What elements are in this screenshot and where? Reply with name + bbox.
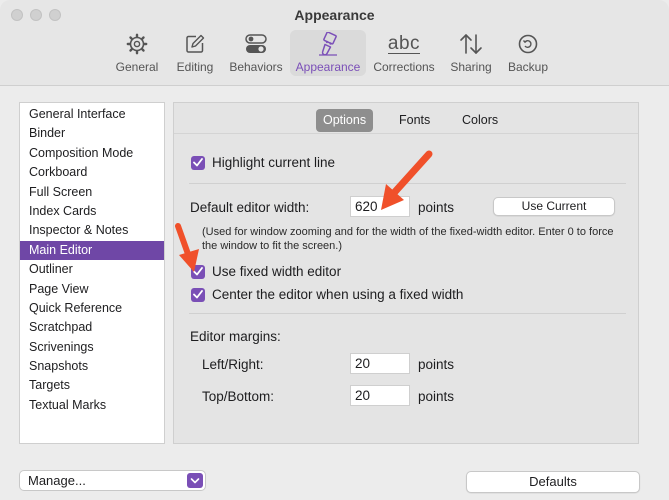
sidebar-item-binder[interactable]: Binder <box>20 124 164 143</box>
pencil-square-icon <box>184 30 206 58</box>
toolbar-label: General <box>115 60 159 74</box>
category-sidebar: General Interface Binder Composition Mod… <box>19 102 165 444</box>
sidebar-item-composition-mode[interactable]: Composition Mode <box>20 144 164 163</box>
abc-glyph: abc <box>387 32 421 54</box>
defaults-button[interactable]: Defaults <box>466 471 640 493</box>
toolbar-label: Behaviors <box>229 60 283 74</box>
gear-icon <box>126 30 148 58</box>
toolbar-corrections[interactable]: abc Corrections <box>371 30 437 76</box>
center-editor-checkbox[interactable] <box>191 287 205 302</box>
annotation-arrow-editor-width <box>381 150 433 210</box>
toolbar-behaviors[interactable]: Behaviors <box>226 30 286 76</box>
center-editor-label: Center the editor when using a fixed wid… <box>212 287 464 302</box>
toolbar-label: Sharing <box>450 60 492 74</box>
toolbar-sharing[interactable]: Sharing <box>447 30 495 76</box>
paintbrush-icon <box>317 30 339 58</box>
toolbar-editing[interactable]: Editing <box>172 30 218 76</box>
preferences-window: Appearance General Editing Behaviors App… <box>0 0 669 500</box>
left-right-label: Left/Right: <box>202 357 264 372</box>
sidebar-item-textual-marks[interactable]: Textual Marks <box>20 396 164 415</box>
highlight-line-option[interactable]: Highlight current line <box>191 155 335 170</box>
top-bottom-label: Top/Bottom: <box>202 389 275 404</box>
top-bottom-unit: points <box>418 389 455 404</box>
title-bar: Appearance General Editing Behaviors App… <box>0 0 669 86</box>
use-current-button[interactable]: Use Current <box>493 197 615 216</box>
sidebar-item-scratchpad[interactable]: Scratchpad <box>20 318 164 337</box>
tab-options[interactable]: Options <box>316 109 374 132</box>
highlight-line-checkbox[interactable] <box>191 155 205 170</box>
sidebar-item-full-screen[interactable]: Full Screen <box>20 183 164 202</box>
fixed-width-option[interactable]: Use fixed width editor <box>191 264 341 279</box>
editor-width-label: Default editor width: <box>190 200 310 215</box>
top-bottom-field[interactable]: 20 <box>350 385 410 406</box>
toolbar-appearance[interactable]: Appearance <box>290 30 366 76</box>
manage-popup-button[interactable]: Manage... <box>19 470 206 491</box>
toolbar-general[interactable]: General <box>111 30 163 76</box>
window-title: Appearance <box>294 7 375 23</box>
center-editor-option[interactable]: Center the editor when using a fixed wid… <box>191 287 463 302</box>
section-divider <box>189 313 626 314</box>
toolbar-backup[interactable]: Backup <box>504 30 552 76</box>
toggles-icon <box>244 30 268 58</box>
sidebar-item-main-editor[interactable]: Main Editor <box>20 240 164 261</box>
sidebar-item-page-view[interactable]: Page View <box>20 280 164 299</box>
abc-icon: abc <box>387 30 421 58</box>
left-right-field[interactable]: 20 <box>350 353 410 374</box>
editor-width-note: (Used for window zooming and for the wid… <box>202 226 614 252</box>
manage-label: Manage... <box>28 473 86 488</box>
sidebar-item-scrivenings[interactable]: Scrivenings <box>20 338 164 357</box>
annotation-arrow-fixed-width <box>175 223 199 272</box>
backup-clock-icon <box>517 30 539 58</box>
toolbar-label: Editing <box>176 60 214 74</box>
highlight-line-label: Highlight current line <box>212 155 336 170</box>
tab-divider <box>174 133 638 134</box>
fixed-width-label: Use fixed width editor <box>212 264 342 279</box>
toolbar-label: Appearance <box>295 60 361 74</box>
editor-margins-heading: Editor margins: <box>190 329 281 344</box>
sidebar-item-quick-reference[interactable]: Quick Reference <box>20 299 164 318</box>
sidebar-item-snapshots[interactable]: Snapshots <box>20 357 164 376</box>
sidebar-item-outliner[interactable]: Outliner <box>20 260 164 279</box>
toolbar-label: Corrections <box>373 60 435 74</box>
sidebar-item-index-cards[interactable]: Index Cards <box>20 202 164 221</box>
toolbar-label: Backup <box>507 60 549 74</box>
chevron-down-icon <box>187 473 203 488</box>
tab-colors[interactable]: Colors <box>455 109 505 132</box>
sidebar-item-general-interface[interactable]: General Interface <box>20 105 164 124</box>
arrows-updown-icon <box>459 30 483 58</box>
sidebar-item-targets[interactable]: Targets <box>20 376 164 395</box>
sidebar-item-inspector-notes[interactable]: Inspector & Notes <box>20 221 164 240</box>
left-right-unit: points <box>418 357 455 372</box>
tab-fonts[interactable]: Fonts <box>392 109 437 132</box>
tab-bar: Options Fonts Colors <box>174 109 638 133</box>
sidebar-item-corkboard[interactable]: Corkboard <box>20 163 164 182</box>
